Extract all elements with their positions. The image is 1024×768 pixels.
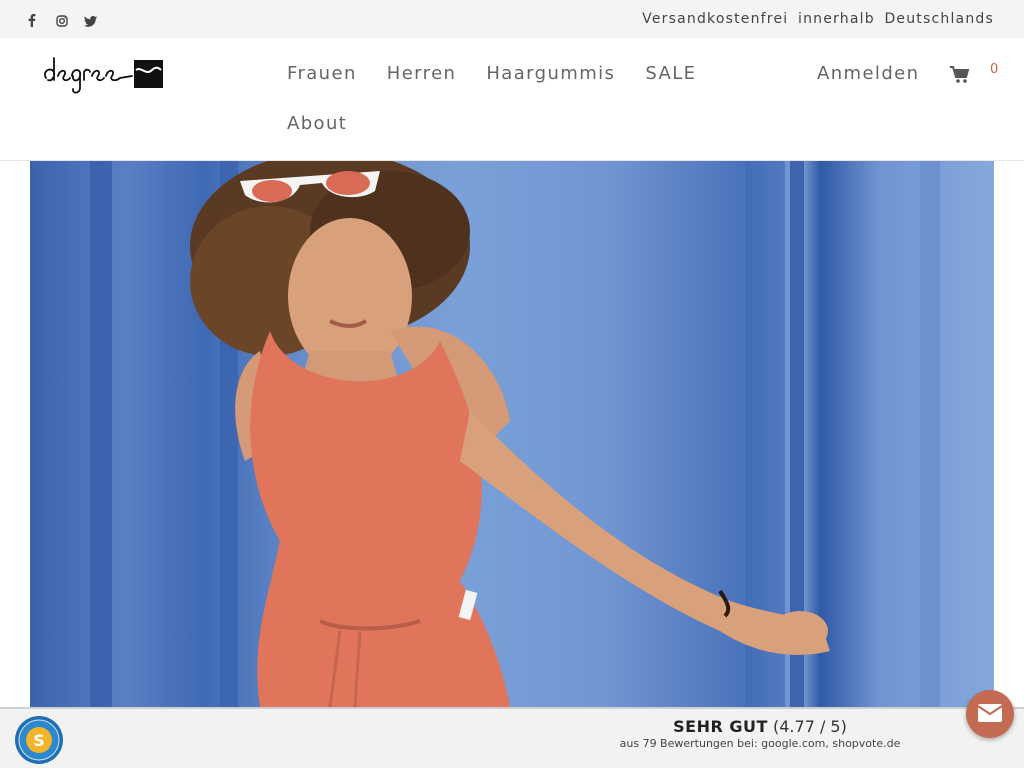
nav-item-sale[interactable]: SALE	[645, 62, 696, 86]
hero-image	[30, 161, 994, 707]
rating-summary: SEHR GUT (4.77 / 5)	[560, 717, 960, 736]
top-bar: Versandkostenfrei innerhalb Deutschlands	[0, 0, 1024, 38]
rating-source: aus 79 Bewertungen bei: google.com, shop…	[619, 737, 901, 750]
envelope-icon	[978, 704, 1002, 722]
nav-item-frauen[interactable]: Frauen	[287, 62, 357, 86]
cart-count-badge: 0	[990, 62, 999, 77]
rating-score: (4.77 / 5)	[773, 717, 847, 736]
brand-logo[interactable]	[42, 54, 164, 96]
nav-item-haargummis[interactable]: Haargummis	[486, 62, 615, 86]
hero-photo	[90, 161, 940, 707]
main-nav: Frauen Herren Haargummis SALE About	[287, 62, 767, 136]
nav-item-about[interactable]: About	[287, 112, 347, 136]
twitter-icon[interactable]	[84, 12, 98, 27]
svg-text:S: S	[33, 731, 45, 750]
login-link[interactable]: Anmelden	[817, 63, 919, 84]
facebook-icon[interactable]	[28, 12, 42, 27]
shipping-note: Versandkostenfrei innerhalb Deutschlands	[642, 11, 994, 27]
instagram-icon[interactable]	[56, 12, 70, 27]
cart-icon[interactable]	[950, 66, 970, 84]
site-header: Frauen Herren Haargummis SALE About Anmelde…	[0, 38, 1024, 161]
social-links	[28, 12, 98, 27]
contact-mail-button[interactable]	[966, 690, 1014, 738]
nav-item-herren[interactable]: Herren	[387, 62, 457, 86]
rating-label: SEHR GUT	[673, 717, 768, 736]
rating-bar: S SEHR GUT (4.77 / 5) aus 79 Bewertungen…	[0, 707, 1024, 768]
shopvote-badge-icon[interactable]: S	[14, 715, 64, 765]
logo-mark	[44, 57, 163, 94]
